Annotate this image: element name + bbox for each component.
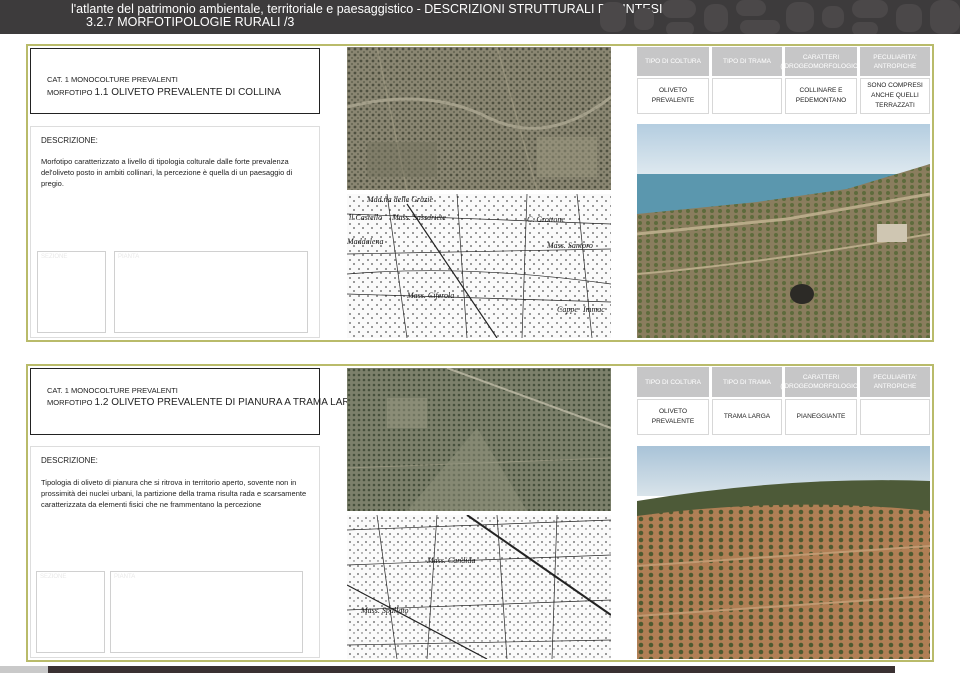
- section-2-category-box: CAT. 1 MONOCOLTURE PREVALENTI MORFOTIPO …: [30, 368, 364, 435]
- section-box-label: SEZIONE: [40, 574, 67, 580]
- header-tipo-trama: TIPO DI TRAMA: [712, 367, 782, 397]
- cell-tipo-trama: [712, 78, 782, 114]
- map-label: Mass. Santoro: [546, 241, 593, 250]
- map-label: Cappe: [557, 305, 578, 314]
- map-label: C. Grottone: [527, 215, 565, 224]
- section-2-table: TIPO DI COLTURA TIPO DI TRAMA CARATTERI …: [637, 367, 930, 435]
- header-title: l'atlante del patrimonio ambientale, ter…: [71, 2, 663, 16]
- cell-tipo-trama: TRAMA LARGA: [712, 399, 782, 435]
- section-1-table: TIPO DI COLTURA TIPO DI TRAMA CARATTERI …: [637, 47, 930, 115]
- decorative-pattern: [600, 0, 960, 34]
- plan-box-label: PIANTA: [114, 574, 136, 580]
- map-label: Mass. Candida: [426, 556, 475, 565]
- section-box: SEZIONE: [37, 251, 106, 333]
- header-caratteri: CARATTERI (IDROGEOMORFOLOGICI): [780, 47, 862, 76]
- landscape-photo-1: [637, 124, 930, 338]
- section-box: SEZIONE: [36, 571, 105, 653]
- landscape-photo-2: [637, 446, 930, 659]
- map-label: Immac: [582, 305, 605, 314]
- cell-peculiarita: SONO COMPRESI ANCHE QUELLI TERRAZZATI: [860, 78, 930, 114]
- section-2-description-box: DESCRIZIONE: Tipologia di oliveto di pia…: [30, 446, 320, 658]
- description-text: Morfotipo caratterizzato a livello di ti…: [41, 157, 293, 188]
- cell-tipo-coltura: OLIVETO PREVALENTE: [637, 78, 709, 114]
- cell-caratteri: COLLINARE E PEDEMONTANO: [785, 78, 857, 114]
- morfotipo-title: 1.1 OLIVETO PREVALENTE DI COLLINA: [94, 87, 281, 98]
- cell-tipo-coltura: OLIVETO PREVALENTE: [637, 399, 709, 435]
- morfotipo-label: MORFOTIPO 1.2 OLIVETO PREVALENTE DI PIAN…: [47, 397, 364, 408]
- aerial-photo-1: [347, 47, 611, 190]
- map-2: Mass. Candida Mass. Spallato: [347, 515, 611, 659]
- header-tipo-coltura: TIPO DI COLTURA: [637, 367, 709, 397]
- plan-box: PIANTA: [110, 571, 303, 653]
- map-1: Mad.na delle Grazie il Castello Mass. Sa…: [347, 194, 611, 338]
- header-subtitle: 3.2.7 MORFOTIPOLOGIE RURALI /3: [86, 15, 295, 29]
- map-label: Mass. Sassariete: [391, 213, 446, 222]
- header-caratteri: CARATTERI (IDROGEOMORFOLOGICI): [780, 367, 862, 397]
- section-1-description-box: DESCRIZIONE: Morfotipo caratterizzato a …: [30, 126, 320, 338]
- category-label: CAT. 1 MONOCOLTURE PREVALENTI: [47, 386, 178, 395]
- aerial-photo-2: [347, 368, 611, 511]
- plan-box: PIANTA: [114, 251, 308, 333]
- bottom-bar-light: [0, 666, 48, 673]
- description-title: DESCRIZIONE:: [41, 136, 98, 145]
- header-peculiarita: PECULIARITA' ANTROPICHE: [860, 367, 930, 397]
- header-peculiarita: PECULIARITA' ANTROPICHE: [860, 47, 930, 76]
- page-header: l'atlante del patrimonio ambientale, ter…: [0, 0, 960, 34]
- morfotipo-label: MORFOTIPO 1.1 OLIVETO PREVALENTE DI COLL…: [47, 87, 281, 98]
- category-label: CAT. 1 MONOCOLTURE PREVALENTI: [47, 75, 178, 84]
- description-title: DESCRIZIONE:: [41, 456, 98, 465]
- morfotipo-prefix: MORFOTIPO: [47, 88, 93, 97]
- header-tipo-trama: TIPO DI TRAMA: [712, 47, 782, 76]
- map-label: Maddalena: [347, 237, 383, 246]
- section-1-category-box: CAT. 1 MONOCOLTURE PREVALENTI MORFOTIPO …: [30, 48, 320, 114]
- header-tipo-coltura: TIPO DI COLTURA: [637, 47, 709, 76]
- morfotipo-title: 1.2 OLIVETO PREVALENTE DI PIANURA A TRAM…: [94, 397, 365, 408]
- map-label: Mad.na delle Grazie: [366, 195, 433, 204]
- cell-peculiarita: [860, 399, 930, 435]
- morfotipo-prefix: MORFOTIPO: [47, 398, 93, 407]
- cell-caratteri: PIANEGGIANTE: [785, 399, 857, 435]
- section-box-label: SEZIONE: [41, 254, 68, 260]
- plan-box-label: PIANTA: [118, 254, 140, 260]
- map-label: Mass. Ciferola: [406, 291, 454, 300]
- bottom-bar-dark: [48, 666, 895, 673]
- description-text: Tipologia di oliveto di pianura che si r…: [41, 478, 307, 509]
- map-label: il Castello: [349, 213, 382, 222]
- map-label: Mass. Spallato: [360, 606, 409, 615]
